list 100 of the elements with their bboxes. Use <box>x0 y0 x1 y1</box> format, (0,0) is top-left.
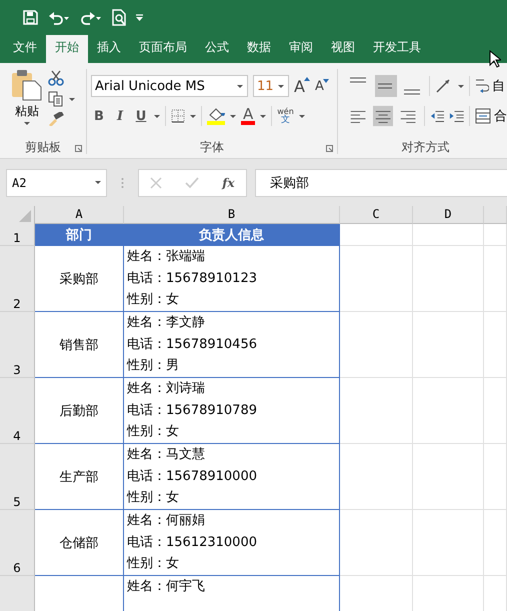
ribbon-tab[interactable]: 视图 <box>322 35 364 63</box>
copy-icon[interactable] <box>48 91 64 107</box>
row-header[interactable]: 2 <box>0 246 35 312</box>
caret-icon[interactable] <box>95 181 101 184</box>
merge-cells-icon <box>474 108 491 124</box>
table-cell-text: 电话：15612310000 <box>127 534 258 552</box>
insert-function-button[interactable]: fx <box>222 176 235 190</box>
merge-button[interactable]: 合 <box>474 107 507 125</box>
phonetic-button[interactable]: wén 文 <box>277 107 294 125</box>
check-icon[interactable] <box>185 176 200 188</box>
ribbon-tab[interactable]: 数据 <box>238 35 280 63</box>
middle-align-button[interactable] <box>375 75 397 97</box>
table-cell-text: 姓名：何丽娟 <box>127 512 206 530</box>
scissors-icon[interactable] <box>48 70 64 86</box>
group-label: 字体 <box>200 138 224 156</box>
ribbon-tab[interactable]: 开发工具 <box>364 35 430 63</box>
ribbon-tab[interactable]: 审阅 <box>280 35 322 63</box>
ribbon-tab[interactable]: 开始 <box>46 35 88 63</box>
empty-cell[interactable] <box>340 510 413 576</box>
font-color-button[interactable]: A <box>241 107 256 125</box>
grow-font-button[interactable]: A <box>294 76 310 96</box>
caret-icon[interactable] <box>278 84 284 88</box>
row-header[interactable]: 4 <box>0 378 35 444</box>
caret-icon[interactable] <box>190 114 196 118</box>
empty-cell[interactable] <box>484 224 507 246</box>
caret-icon[interactable] <box>69 98 75 100</box>
down-arrow-icon <box>322 78 329 82</box>
decrease-indent-icon[interactable] <box>430 109 444 123</box>
undo-icon[interactable] <box>48 10 70 24</box>
caret-icon[interactable] <box>154 114 160 118</box>
font-size-field[interactable]: 11 <box>253 75 289 97</box>
empty-cell[interactable] <box>413 224 484 246</box>
fill-color-icon[interactable] <box>207 107 225 125</box>
table-cell-text: 性别：女 <box>127 555 180 574</box>
header-cell-text: 部门 <box>66 226 92 244</box>
bold-button[interactable]: B <box>91 108 107 124</box>
empty-cell[interactable] <box>413 312 484 378</box>
empty-cell[interactable] <box>484 312 507 378</box>
caret-icon[interactable] <box>230 114 236 118</box>
table-cell-text: 姓名：何宇飞 <box>127 578 206 596</box>
row-header[interactable]: 6 <box>0 510 35 576</box>
empty-cell[interactable] <box>484 378 507 444</box>
group-label: 剪贴板 <box>25 138 61 156</box>
ribbon-tab[interactable]: 插入 <box>88 35 130 63</box>
table-cell-text: 生产部 <box>60 468 98 486</box>
save-icon[interactable] <box>23 10 38 25</box>
row-header[interactable]: 1 <box>0 224 35 246</box>
empty-cell[interactable] <box>340 378 413 444</box>
column-header[interactable]: D <box>413 206 484 224</box>
table-cell-text: 性别：女 <box>127 291 180 310</box>
caret-icon[interactable] <box>458 84 464 88</box>
table-cell-text: 电话：15678910456 <box>127 336 258 354</box>
dialog-launcher-icon[interactable] <box>75 145 82 152</box>
row-header[interactable]: 3 <box>0 312 35 378</box>
table-cell-text: 姓名：马文慧 <box>127 446 206 464</box>
empty-cell[interactable] <box>413 378 484 444</box>
table-cell-text: 销售部 <box>60 336 98 354</box>
table-cell-text: 电话：15678910789 <box>127 402 258 420</box>
font-name-field[interactable]: Arial Unicode MS <box>91 75 248 97</box>
caret-icon[interactable] <box>298 114 305 118</box>
print-preview-icon[interactable] <box>112 9 126 26</box>
paste-button[interactable]: 粘贴 <box>10 69 44 137</box>
shrink-font-button[interactable]: A <box>314 78 329 94</box>
table-cell-text: 性别：男 <box>127 357 180 376</box>
ribbon-tab[interactable]: 页面布局 <box>130 35 196 63</box>
align-center-button[interactable] <box>373 105 394 127</box>
empty-cell[interactable] <box>484 444 507 510</box>
empty-cell[interactable] <box>413 510 484 576</box>
customize-icon[interactable] <box>136 14 143 21</box>
table-cell-text: 电话：15678910000 <box>127 468 258 486</box>
caret-icon[interactable] <box>260 114 266 118</box>
wrap-text-button[interactable]: 自 <box>475 77 505 95</box>
empty-cell[interactable] <box>484 510 507 576</box>
formula-field[interactable]: 采购部 <box>255 168 507 196</box>
empty-cell[interactable] <box>340 246 413 312</box>
empty-cell[interactable] <box>340 444 413 510</box>
ribbon-tab[interactable]: 文件 <box>4 35 46 63</box>
format-painter-icon[interactable] <box>48 112 64 126</box>
increase-indent-icon[interactable] <box>449 109 464 123</box>
caret-icon <box>24 122 30 125</box>
underline-button[interactable]: U <box>133 108 149 124</box>
empty-cell[interactable] <box>484 246 507 312</box>
italic-button[interactable]: I <box>112 108 128 124</box>
header-cell-text: 负责人信息 <box>199 226 264 244</box>
empty-cell[interactable] <box>413 246 484 312</box>
empty-cell[interactable] <box>413 444 484 510</box>
table-cell-text: 姓名：张端端 <box>127 248 206 266</box>
name-box[interactable]: A2 <box>6 168 107 196</box>
table-cell-text: 电话：15678910123 <box>127 270 258 288</box>
table-cell-text: 姓名：刘诗瑞 <box>127 380 206 398</box>
group-label: 对齐方式 <box>402 138 450 156</box>
borders-icon[interactable] <box>171 109 185 123</box>
dialog-launcher-icon[interactable] <box>326 145 333 152</box>
empty-cell[interactable] <box>340 312 413 378</box>
column-header[interactable]: C <box>340 206 413 224</box>
redo-icon[interactable] <box>80 10 102 24</box>
ribbon-tab[interactable]: 公式 <box>196 35 238 63</box>
row-header[interactable]: 5 <box>0 444 35 510</box>
caret-icon[interactable] <box>237 84 243 88</box>
table-cell-text: 仓储部 <box>60 534 98 552</box>
